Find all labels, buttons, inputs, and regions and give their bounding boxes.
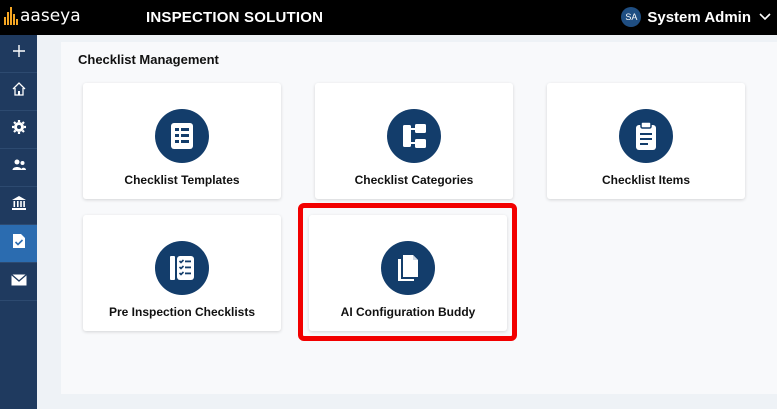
sidebar-item-home[interactable]	[0, 73, 37, 111]
user-menu[interactable]: SA System Admin	[621, 7, 771, 27]
chevron-down-icon	[759, 10, 771, 24]
checklist-icon	[155, 241, 209, 295]
logo-text: aaseya	[20, 6, 81, 26]
sidebar-item-users[interactable]	[0, 149, 37, 187]
card-checklist-categories[interactable]: Checklist Categories	[315, 83, 513, 199]
sidebar-item-settings[interactable]	[0, 111, 37, 149]
plus-icon	[12, 44, 26, 63]
user-name: System Admin	[647, 8, 751, 26]
logo-bars-icon	[4, 7, 18, 25]
sidebar-item-mail[interactable]	[0, 263, 37, 301]
card-label: Pre Inspection Checklists	[108, 305, 256, 319]
card-label: Checklist Items	[601, 173, 691, 187]
sidebar	[0, 35, 37, 409]
avatar: SA	[621, 7, 642, 27]
clipboard-icon	[619, 109, 673, 163]
sidebar-item-checklists[interactable]	[0, 225, 37, 263]
card-checklist-items[interactable]: Checklist Items	[547, 83, 745, 199]
home-icon	[11, 81, 27, 102]
gear-icon	[11, 119, 27, 140]
page-title: Checklist Management	[78, 52, 219, 67]
document-icon	[12, 233, 26, 254]
top-bar: aaseya INSPECTION SOLUTION SA System Adm…	[0, 0, 777, 35]
aaseya-logo[interactable]: aaseya	[4, 7, 81, 25]
bank-icon	[11, 195, 27, 216]
sidebar-item-institution[interactable]	[0, 187, 37, 225]
list-document-icon	[155, 109, 209, 163]
app-title: INSPECTION SOLUTION	[146, 9, 324, 26]
card-checklist-templates[interactable]: Checklist Templates	[83, 83, 281, 199]
mail-icon	[10, 273, 27, 291]
highlight-box	[298, 203, 517, 341]
card-label: Checklist Categories	[354, 173, 474, 187]
card-pre-inspection-checklists[interactable]: Pre Inspection Checklists	[83, 215, 281, 331]
users-icon	[11, 157, 27, 178]
sidebar-item-add[interactable]	[0, 35, 37, 73]
hierarchy-icon	[387, 109, 441, 163]
card-label: Checklist Templates	[124, 173, 240, 187]
